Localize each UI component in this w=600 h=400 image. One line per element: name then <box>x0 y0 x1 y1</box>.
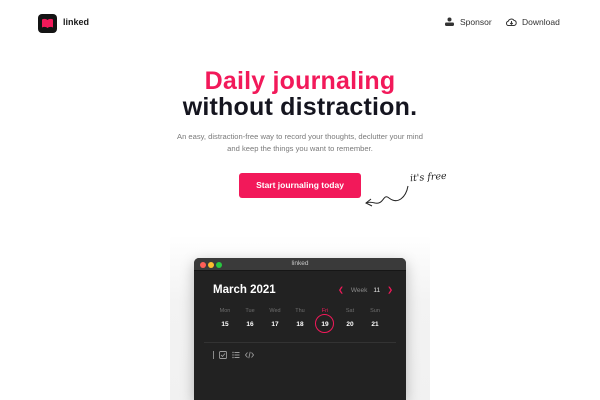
hand-drawn-arrow-icon <box>365 185 409 207</box>
text-cursor <box>213 351 214 359</box>
start-journaling-button[interactable]: Start journaling today <box>239 173 361 198</box>
book-logo-icon[interactable] <box>38 14 57 33</box>
headline-main: without distraction. <box>182 93 418 121</box>
day-name: Sun <box>370 308 380 314</box>
day-number: 15 <box>221 321 229 328</box>
app-window: linked March 2021 ❮ Week 11 ❯ Mon 15 Tue… <box>194 258 406 400</box>
day-name: Tue <box>245 308 255 314</box>
list-icon[interactable] <box>232 351 240 359</box>
chevron-right-icon[interactable]: ❯ <box>387 286 393 294</box>
divider <box>204 342 396 343</box>
day-name: Wed <box>269 308 281 314</box>
download-icon <box>506 17 517 27</box>
hero-subtitle: An easy, distraction-free way to record … <box>177 132 423 153</box>
week-label: Week <box>350 286 368 294</box>
month-title: March 2021 <box>213 284 276 296</box>
download-label: Download <box>522 17 560 27</box>
sponsor-icon <box>444 17 455 27</box>
day-name: Sat <box>345 308 355 314</box>
download-link[interactable]: Download <box>506 17 560 27</box>
checkbox-icon[interactable] <box>219 351 227 359</box>
window-titlebar: linked <box>194 258 406 271</box>
sponsor-label: Sponsor <box>460 17 492 27</box>
week-number: 11 <box>373 286 381 294</box>
day-number: 18 <box>296 321 304 328</box>
headline-accent: Daily journaling <box>204 67 396 95</box>
chevron-left-icon[interactable]: ❮ <box>338 286 344 294</box>
selected-day-ring <box>315 314 334 333</box>
day-number: 16 <box>246 321 254 328</box>
day-name: Thu <box>295 308 305 314</box>
sponsor-link[interactable]: Sponsor <box>444 17 492 27</box>
week-navigator: ❮ Week 11 ❯ <box>338 286 393 295</box>
code-icon[interactable] <box>245 351 254 359</box>
day-number: 17 <box>271 321 279 328</box>
day-number: 21 <box>371 321 379 328</box>
brand-name[interactable]: linked <box>63 17 89 27</box>
day-name: Mon <box>219 308 231 314</box>
day-number: 20 <box>346 321 354 328</box>
top-nav: linked Sponsor Download <box>0 0 600 46</box>
editor-toolbar <box>213 351 254 359</box>
free-note: it's free <box>409 170 448 185</box>
window-title: linked <box>291 260 309 267</box>
